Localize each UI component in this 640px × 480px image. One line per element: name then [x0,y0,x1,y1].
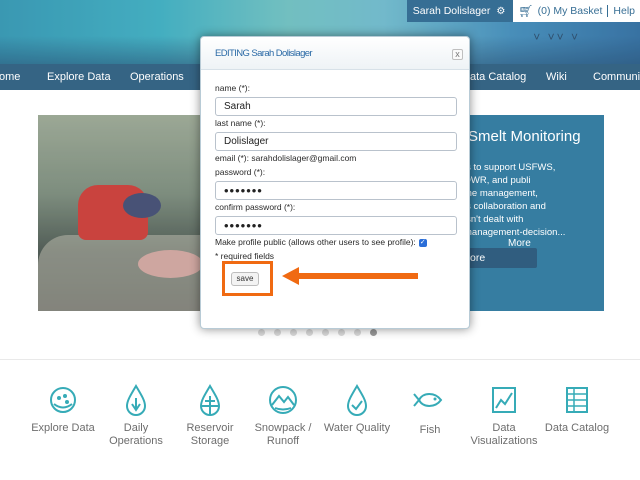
page: ˅ ˅˅ ˅ Sarah Dolislager ⚙ 🛒︎ (0) My Bask… [0,0,640,480]
annotation-arrow [282,267,418,285]
public-profile-row: Make profile public (allows other users … [215,237,427,247]
close-button[interactable]: x [452,49,463,60]
public-profile-checkbox[interactable]: ✓ [418,238,427,247]
last-name-field[interactable] [215,132,457,151]
dialog-title: EDITING Sarah Dolislager [215,48,313,59]
required-note: * required fields [215,251,275,261]
highlight-box [222,261,273,296]
name-label: name (*): [215,83,250,93]
dialog-header: EDITING Sarah Dolislager x [201,37,469,70]
name-field[interactable] [215,97,457,116]
public-profile-label: Make profile public (allows other users … [215,237,416,247]
confirm-password-label: confirm password (*): [215,202,296,212]
confirm-password-field[interactable]: ••••••• [215,216,457,235]
last-name-label: last name (*): [215,118,266,128]
password-field[interactable]: ••••••• [215,181,457,200]
password-label: password (*): [215,167,266,177]
email-text: email (*): sarahdolislager@gmail.com [215,153,357,163]
